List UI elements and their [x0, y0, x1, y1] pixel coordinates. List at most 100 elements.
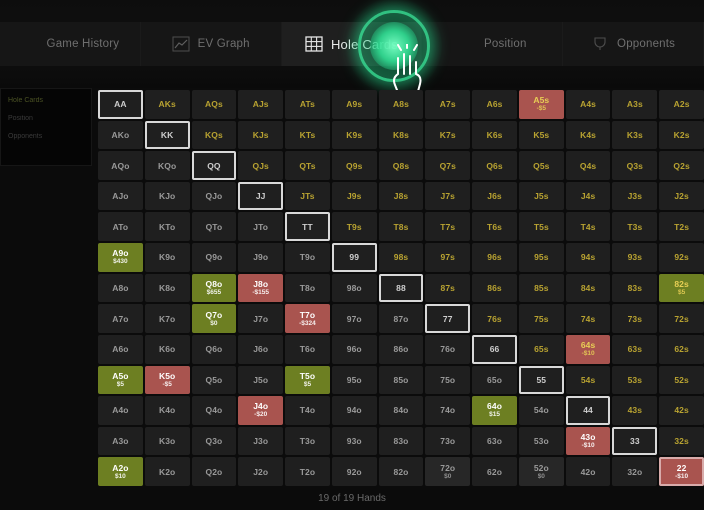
hand-cell-86s[interactable]: 86s [472, 273, 517, 303]
hand-cell-Q3o[interactable]: Q3o [191, 426, 237, 456]
hand-cell-93s[interactable]: 93s [612, 243, 658, 272]
hand-cell-A6o[interactable]: A6o [98, 334, 143, 364]
hand-cell-QTs[interactable]: QTs [285, 151, 330, 180]
hand-cell-T8o[interactable]: T8o [285, 273, 330, 303]
hand-cell-A2o[interactable]: A2o $10 [98, 457, 143, 486]
hand-cell-T3s[interactable]: T3s [612, 212, 658, 242]
hand-cell-95s[interactable]: 95s [518, 243, 564, 272]
hand-cell-K5s[interactable]: K5s [518, 120, 564, 150]
hand-cell-KTs[interactable]: KTs [285, 120, 330, 150]
hand-cell-A5s[interactable]: A5s -$5 [518, 90, 564, 119]
hand-cell-K9s[interactable]: K9s [331, 120, 377, 150]
hand-cell-A9o[interactable]: A9o $430 [98, 243, 143, 272]
hand-cell-AQo[interactable]: AQo [98, 151, 143, 180]
hand-cell-54s[interactable]: 54s [565, 365, 611, 395]
hand-cell-K3s[interactable]: K3s [612, 120, 658, 150]
hand-cell-AJs[interactable]: AJs [238, 90, 284, 119]
hand-cell-T9s[interactable]: T9s [331, 212, 377, 242]
hand-cell-K6s[interactable]: K6s [472, 120, 517, 150]
tab-opponents[interactable]: Opponents [563, 22, 704, 66]
hand-cell-63s[interactable]: 63s [612, 334, 658, 364]
hand-cell-72s[interactable]: 72s [659, 304, 704, 333]
hand-cell-88[interactable]: 88 [378, 273, 424, 303]
hand-cell-92s[interactable]: 92s [659, 243, 704, 272]
hand-cell-J8s[interactable]: J8s [378, 181, 424, 211]
hand-cell-63o[interactable]: 63o [472, 426, 517, 456]
hand-cell-82s[interactable]: 82s $5 [659, 273, 704, 303]
hand-cell-22[interactable]: 22 -$10 [659, 457, 704, 486]
hand-cell-43s[interactable]: 43s [612, 396, 658, 425]
hand-cell-62s[interactable]: 62s [659, 334, 704, 364]
hand-cell-75s[interactable]: 75s [518, 304, 564, 333]
hand-cell-J2s[interactable]: J2s [659, 181, 704, 211]
hand-cell-J7s[interactable]: J7s [425, 181, 471, 211]
hand-cell-74s[interactable]: 74s [565, 304, 611, 333]
hand-cell-A9s[interactable]: A9s [331, 90, 377, 119]
hand-cell-K6o[interactable]: K6o [144, 334, 190, 364]
hand-cell-KQo[interactable]: KQo [144, 151, 190, 180]
hand-cell-KK[interactable]: KK [144, 120, 190, 150]
hand-cell-75o[interactable]: 75o [425, 365, 471, 395]
tab-ev-graph[interactable]: EV Graph [140, 22, 282, 66]
hand-cell-76o[interactable]: 76o [425, 334, 471, 364]
hand-cell-Q4o[interactable]: Q4o [191, 396, 237, 425]
hand-cell-Q5s[interactable]: Q5s [518, 151, 564, 180]
hand-cell-K4s[interactable]: K4s [565, 120, 611, 150]
hand-cell-54o[interactable]: 54o [518, 396, 564, 425]
hand-cell-ATo[interactable]: ATo [98, 212, 143, 242]
hand-cell-K7o[interactable]: K7o [144, 304, 190, 333]
hand-cell-A8s[interactable]: A8s [378, 90, 424, 119]
hand-cell-84s[interactable]: 84s [565, 273, 611, 303]
hand-cell-83s[interactable]: 83s [612, 273, 658, 303]
hand-cell-32s[interactable]: 32s [659, 426, 704, 456]
hand-cell-T3o[interactable]: T3o [285, 426, 330, 456]
hand-cell-J9o[interactable]: J9o [238, 243, 284, 272]
hand-cell-A2s[interactable]: A2s [659, 90, 704, 119]
hand-cell-77[interactable]: 77 [425, 304, 471, 333]
hand-cell-AKo[interactable]: AKo [98, 120, 143, 150]
hand-cell-73o[interactable]: 73o [425, 426, 471, 456]
hand-cell-96s[interactable]: 96s [472, 243, 517, 272]
side-panel[interactable]: Hole Cards Position Opponents [0, 88, 92, 166]
tab-position[interactable]: Position [422, 22, 564, 66]
hand-cell-K8s[interactable]: K8s [378, 120, 424, 150]
hand-cell-KJs[interactable]: KJs [238, 120, 284, 150]
hand-cell-T6o[interactable]: T6o [285, 334, 330, 364]
hand-cell-J3o[interactable]: J3o [238, 426, 284, 456]
hand-cell-KJo[interactable]: KJo [144, 181, 190, 211]
hand-cell-53s[interactable]: 53s [612, 365, 658, 395]
hand-cell-A4o[interactable]: A4o [98, 396, 143, 425]
hand-cell-Q4s[interactable]: Q4s [565, 151, 611, 180]
hand-cell-KQs[interactable]: KQs [191, 120, 237, 150]
hand-cell-J3s[interactable]: J3s [612, 181, 658, 211]
hand-cell-J5o[interactable]: J5o [238, 365, 284, 395]
hand-cell-A8o[interactable]: A8o [98, 273, 143, 303]
hand-cell-QQ[interactable]: QQ [191, 151, 237, 180]
hand-cell-Q7o[interactable]: Q7o $0 [191, 304, 237, 333]
hand-cell-83o[interactable]: 83o [378, 426, 424, 456]
hand-cell-AKs[interactable]: AKs [144, 90, 190, 119]
hand-cell-K2s[interactable]: K2s [659, 120, 704, 150]
hand-cell-ATs[interactable]: ATs [285, 90, 330, 119]
hand-cell-J9s[interactable]: J9s [331, 181, 377, 211]
hand-cell-T4o[interactable]: T4o [285, 396, 330, 425]
hand-cell-87o[interactable]: 87o [378, 304, 424, 333]
hand-cell-K4o[interactable]: K4o [144, 396, 190, 425]
hand-cell-J7o[interactable]: J7o [238, 304, 284, 333]
hand-cell-J4o[interactable]: J4o -$20 [238, 396, 284, 425]
hand-cell-TT[interactable]: TT [285, 212, 330, 242]
hand-cell-98o[interactable]: 98o [331, 273, 377, 303]
hand-cell-J2o[interactable]: J2o [238, 457, 284, 486]
hand-cell-74o[interactable]: 74o [425, 396, 471, 425]
hand-cell-55[interactable]: 55 [518, 365, 564, 395]
hand-cell-K8o[interactable]: K8o [144, 273, 190, 303]
hand-cell-A4s[interactable]: A4s [565, 90, 611, 119]
hand-cell-JTs[interactable]: JTs [285, 181, 330, 211]
hand-cell-Q8s[interactable]: Q8s [378, 151, 424, 180]
hand-cell-T6s[interactable]: T6s [472, 212, 517, 242]
hand-cell-Q3s[interactable]: Q3s [612, 151, 658, 180]
hand-cell-95o[interactable]: 95o [331, 365, 377, 395]
hand-cell-44[interactable]: 44 [565, 396, 611, 425]
hand-cell-43o[interactable]: 43o -$10 [565, 426, 611, 456]
hand-cell-K3o[interactable]: K3o [144, 426, 190, 456]
